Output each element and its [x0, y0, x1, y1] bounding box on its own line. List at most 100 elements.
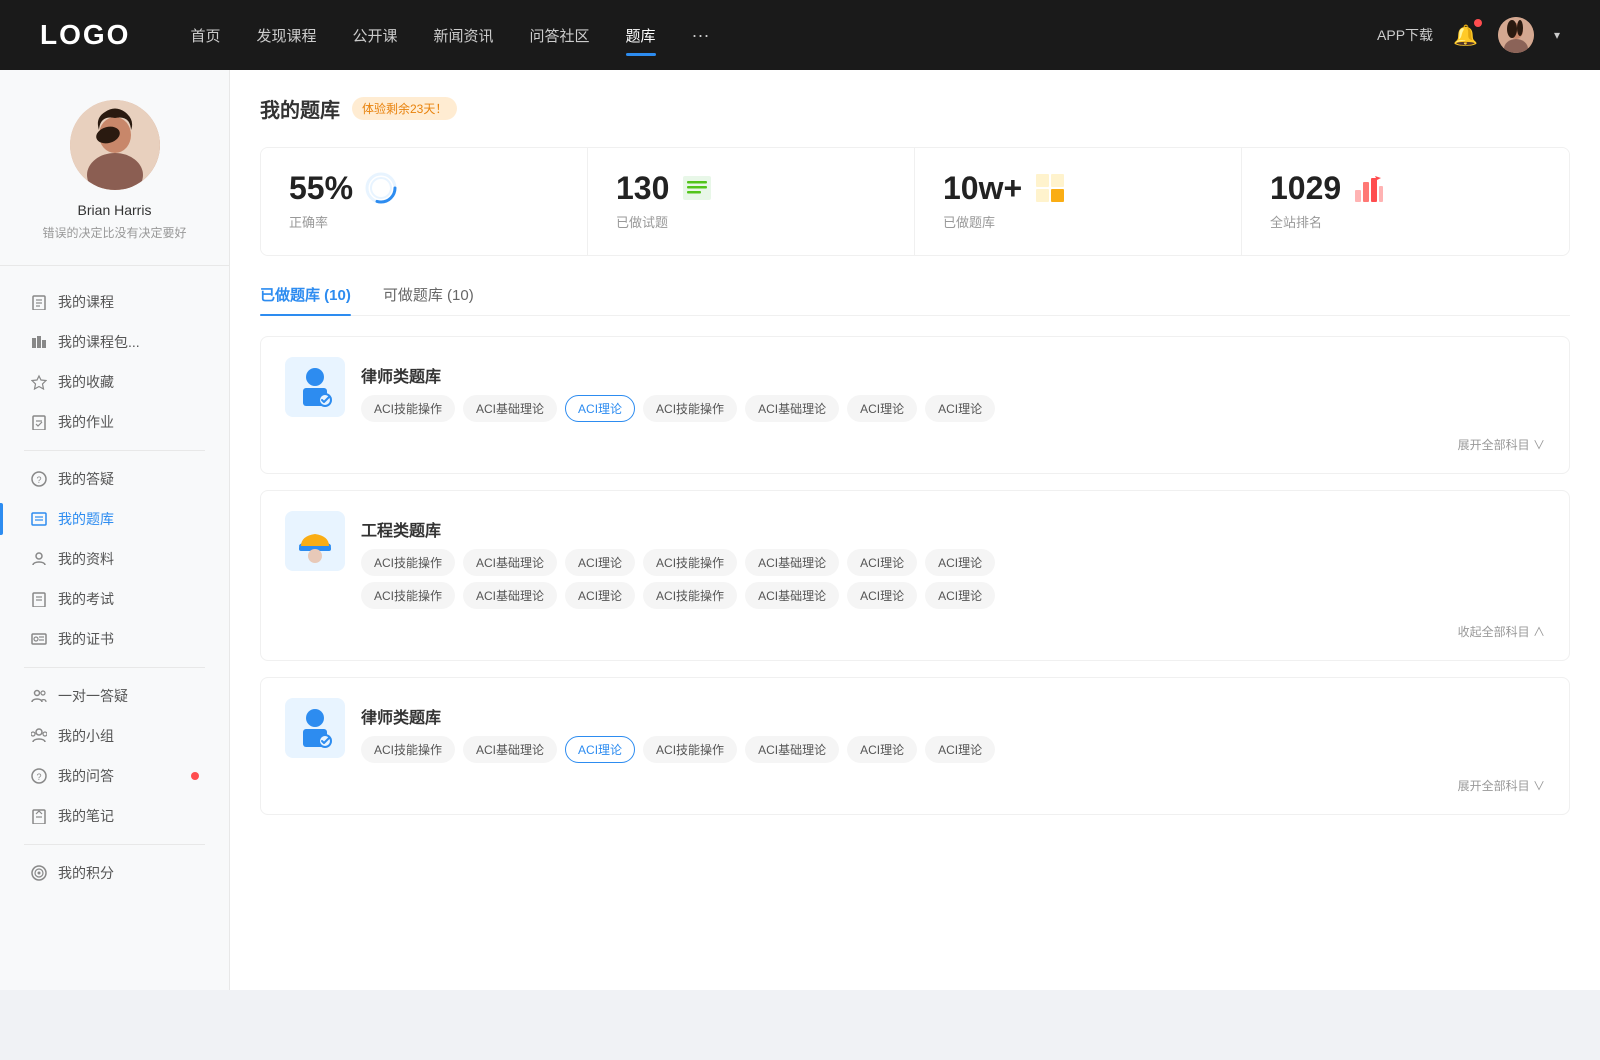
bank-tag[interactable]: ACI基础理论: [463, 549, 557, 576]
bank-tag[interactable]: ACI技能操作: [643, 582, 737, 609]
stat-banks-done: 10w+ 已做题库: [915, 148, 1242, 255]
sidebar-item-exam[interactable]: 我的考试: [0, 579, 229, 619]
stats-row: 55% 正确率 130: [260, 147, 1570, 256]
bank-tag[interactable]: ACI基础理论: [745, 549, 839, 576]
bank-tag[interactable]: ACI理论: [847, 736, 917, 763]
bank-tag[interactable]: ACI理论: [847, 395, 917, 422]
question-bank-icon: [30, 510, 48, 528]
nav-right: APP下载 🔔 ▾: [1377, 17, 1560, 53]
notification-bell[interactable]: 🔔: [1453, 23, 1478, 48]
app-download-button[interactable]: APP下载: [1377, 25, 1433, 45]
menu-divider-3: [24, 844, 205, 845]
user-menu-chevron[interactable]: ▾: [1554, 28, 1560, 42]
bank-item-lawyer-2: 律师类题库 ACI技能操作 ACI基础理论 ACI理论 ACI技能操作 ACI基…: [260, 677, 1570, 815]
profile-avatar: [70, 100, 160, 190]
nav-discover[interactable]: 发现课程: [256, 21, 316, 50]
nav-more[interactable]: ···: [692, 25, 710, 46]
stat-questions-done-top: 130: [616, 172, 886, 204]
bank-tag[interactable]: ACI技能操作: [361, 582, 455, 609]
avatar[interactable]: [1498, 17, 1534, 53]
bank-tag[interactable]: ACI基础理论: [745, 395, 839, 422]
bank-tag[interactable]: ACI理论: [565, 582, 635, 609]
bank-tag[interactable]: ACI理论: [847, 549, 917, 576]
homework-icon: [30, 413, 48, 431]
tab-available-banks[interactable]: 可做题库 (10): [383, 284, 474, 315]
bank-tag-active[interactable]: ACI理论: [565, 395, 635, 422]
bank-tag[interactable]: ACI技能操作: [361, 549, 455, 576]
sidebar-item-course-package-label: 我的课程包...: [58, 332, 199, 352]
bank-item-lawyer-1-title-wrap: 律师类题库 ACI技能操作 ACI基础理论 ACI理论 ACI技能操作 ACI基…: [361, 357, 995, 422]
sidebar-item-question-bank-label: 我的题库: [58, 509, 199, 529]
bank-tag[interactable]: ACI理论: [565, 549, 635, 576]
bank-item-engineer-collapse[interactable]: 收起全部科目 ∧: [1458, 623, 1545, 640]
bank-tag[interactable]: ACI理论: [925, 736, 995, 763]
bank-tag[interactable]: ACI基础理论: [745, 736, 839, 763]
sidebar-item-points[interactable]: 我的积分: [0, 853, 229, 893]
bank-item-lawyer-2-expand[interactable]: 展开全部科目 ∨: [1458, 777, 1545, 794]
points-icon: [30, 864, 48, 882]
certificate-icon: [30, 630, 48, 648]
bank-tag[interactable]: ACI基础理论: [463, 582, 557, 609]
sidebar-item-favorites[interactable]: 我的收藏: [0, 362, 229, 402]
bank-tag[interactable]: ACI理论: [847, 582, 917, 609]
nav-qa[interactable]: 问答社区: [530, 21, 590, 50]
bank-tag[interactable]: ACI技能操作: [643, 549, 737, 576]
sidebar-item-question-bank[interactable]: 我的题库: [0, 499, 229, 539]
stat-questions-done-icon: [681, 172, 713, 204]
bank-tag[interactable]: ACI理论: [925, 582, 995, 609]
trial-badge: 体验剩余23天！: [352, 97, 457, 120]
bank-tag[interactable]: ACI技能操作: [643, 736, 737, 763]
page-header: 我的题库 体验剩余23天！: [260, 94, 1570, 123]
bank-tag[interactable]: ACI基础理论: [463, 736, 557, 763]
group-icon: [30, 727, 48, 745]
course-package-icon: [30, 333, 48, 351]
sidebar-item-my-course[interactable]: 我的课程: [0, 282, 229, 322]
sidebar: Brian Harris 错误的决定比没有决定要好 我的课程 我的课程包...: [0, 70, 230, 990]
sidebar-profile: Brian Harris 错误的决定比没有决定要好: [0, 100, 229, 266]
sidebar-item-certificate[interactable]: 我的证书: [0, 619, 229, 659]
bank-tag[interactable]: ACI理论: [925, 549, 995, 576]
bank-item-engineer-header: 工程类题库 ACI技能操作 ACI基础理论 ACI理论 ACI技能操作 ACI基…: [285, 511, 1545, 609]
sidebar-item-my-qa-label: 我的问答: [58, 766, 177, 786]
sidebar-item-one-on-one[interactable]: 一对一答疑: [0, 676, 229, 716]
nav-open-course[interactable]: 公开课: [352, 21, 397, 50]
sidebar-item-profile[interactable]: 我的资料: [0, 539, 229, 579]
sidebar-item-course-package[interactable]: 我的课程包...: [0, 322, 229, 362]
bank-tag[interactable]: ACI基础理论: [745, 582, 839, 609]
sidebar-item-group[interactable]: 我的小组: [0, 716, 229, 756]
qa-icon: ?: [30, 470, 48, 488]
nav-question-bank[interactable]: 题库: [626, 21, 656, 50]
bank-item-engineer-tags-row2: ACI技能操作 ACI基础理论 ACI理论 ACI技能操作 ACI基础理论 AC…: [361, 582, 995, 609]
stat-global-rank-icon: [1353, 172, 1385, 204]
sidebar-menu: 我的课程 我的课程包... 我的收藏 我的作业: [0, 266, 229, 909]
sidebar-item-my-qa[interactable]: ? 我的问答: [0, 756, 229, 796]
bank-item-engineer-footer: 收起全部科目 ∧: [285, 623, 1545, 640]
nav-links: 首页 发现课程 公开课 新闻资讯 问答社区 题库 ···: [190, 21, 1377, 50]
stat-global-rank-value: 1029: [1270, 172, 1341, 204]
bank-item-engineer-icon: [285, 511, 345, 571]
bank-tag[interactable]: ACI技能操作: [643, 395, 737, 422]
stat-banks-done-icon: [1034, 172, 1066, 204]
svg-text:?: ?: [36, 772, 41, 782]
nav-home[interactable]: 首页: [190, 21, 220, 50]
sidebar-item-homework[interactable]: 我的作业: [0, 402, 229, 442]
bank-tag[interactable]: ACI技能操作: [361, 736, 455, 763]
stat-banks-done-value: 10w+: [943, 172, 1022, 204]
sidebar-item-favorites-label: 我的收藏: [58, 372, 199, 392]
stat-questions-done-label: 已做试题: [616, 212, 886, 231]
tab-done-banks[interactable]: 已做题库 (10): [260, 284, 351, 315]
sidebar-item-notes[interactable]: 我的笔记: [0, 796, 229, 836]
stat-questions-done: 130 已做试题: [588, 148, 915, 255]
bank-tag-active[interactable]: ACI理论: [565, 736, 635, 763]
bank-item-lawyer-1-expand[interactable]: 展开全部科目 ∨: [1458, 436, 1545, 453]
nav-news[interactable]: 新闻资讯: [434, 21, 494, 50]
stat-accuracy-icon: [365, 172, 397, 204]
bank-tag[interactable]: ACI技能操作: [361, 395, 455, 422]
profile-icon: [30, 550, 48, 568]
bank-tag[interactable]: ACI理论: [925, 395, 995, 422]
bank-item-lawyer-2-tags: ACI技能操作 ACI基础理论 ACI理论 ACI技能操作 ACI基础理论 AC…: [361, 736, 995, 763]
one-on-one-icon: [30, 687, 48, 705]
bank-tag[interactable]: ACI基础理论: [463, 395, 557, 422]
favorites-icon: [30, 373, 48, 391]
sidebar-item-qa[interactable]: ? 我的答疑: [0, 459, 229, 499]
